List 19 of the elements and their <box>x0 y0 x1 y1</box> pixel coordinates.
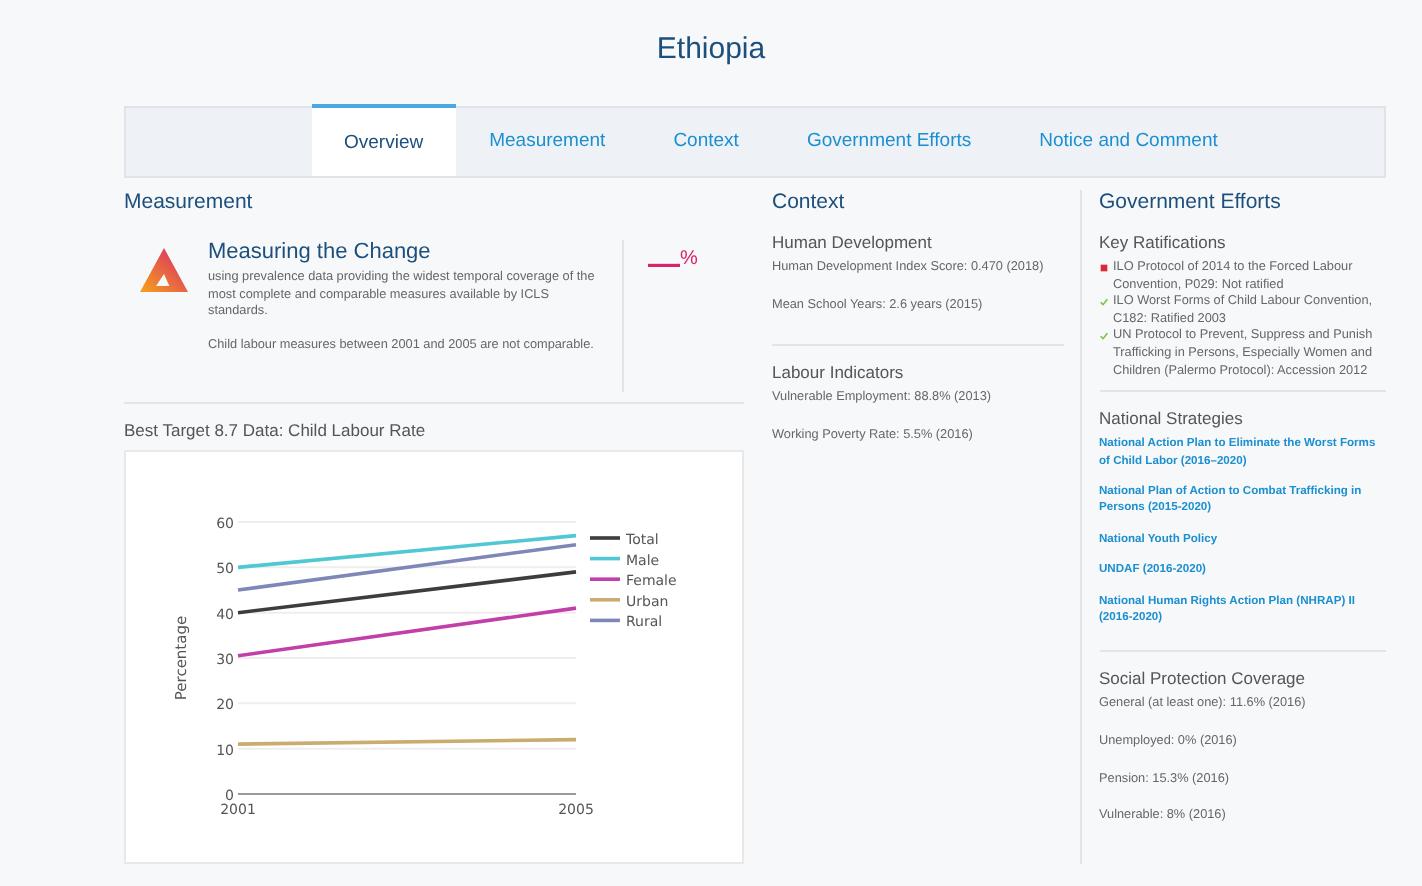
section-heading: Measurement <box>124 190 255 218</box>
subsection-heading: Social Protection Coverage <box>1099 668 1308 689</box>
subsection-heading: Labour Indicators <box>772 362 906 383</box>
section-heading: Government Efforts <box>1099 190 1283 218</box>
value-text: — <box>648 248 680 282</box>
page-title: Ethiopia <box>654 30 768 70</box>
tab[interactable]: Measurement <box>455 104 640 172</box>
chart-title: Best Target 8.7 Data: Child Labour Rate <box>124 420 428 440</box>
subsection-heading: Human Development <box>772 232 934 252</box>
tab[interactable]: Overview <box>312 104 456 176</box>
subsection-heading: Key Ratifications <box>1099 232 1228 252</box>
unit-text: % <box>680 248 698 270</box>
card-title: Measuring the Change <box>208 240 433 264</box>
tab[interactable]: Context <box>639 104 773 172</box>
subsection-heading: National Strategies <box>1099 408 1245 429</box>
section-heading: Context <box>772 190 847 218</box>
logo-icon <box>140 248 188 292</box>
tab[interactable]: Notice and Comment <box>1005 104 1252 172</box>
tab[interactable]: Government Efforts <box>772 104 1006 172</box>
